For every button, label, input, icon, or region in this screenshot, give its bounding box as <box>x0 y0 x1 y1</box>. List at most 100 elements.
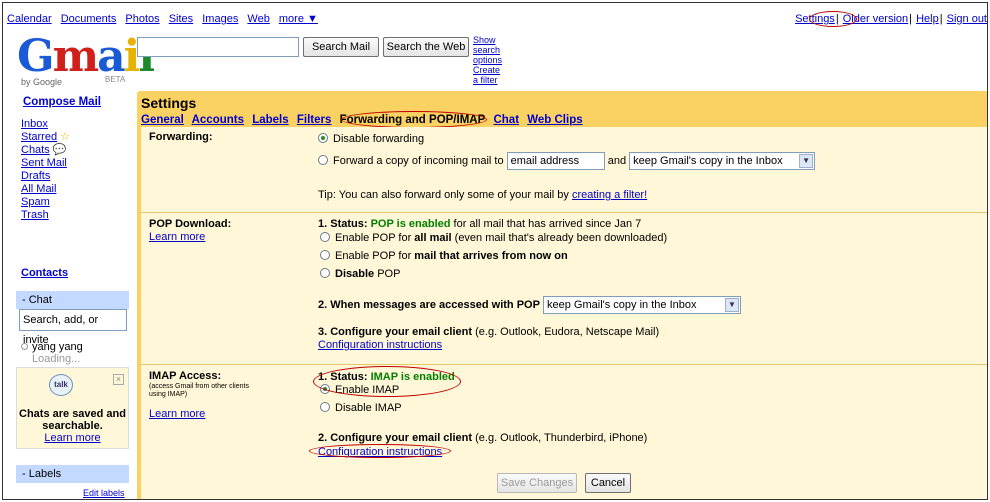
enable-imap-option[interactable]: Enable IMAP <box>320 384 399 396</box>
pop-configure-suffix: (e.g. Outlook, Eudora, Netscape Mail) <box>475 326 660 338</box>
settings-link[interactable]: Settings <box>795 13 835 25</box>
gmail-logo-text: Gmail <box>17 31 155 82</box>
radio-selected-icon[interactable] <box>320 384 330 394</box>
imap-learn-more-link[interactable]: Learn more <box>149 408 205 420</box>
google-talk-icon: talk <box>49 374 73 396</box>
forwarding-section: Forwarding: Disable forwarding Forward a… <box>141 127 987 213</box>
chevron-down-icon: ▼ <box>799 154 814 168</box>
mailbox-list: Inbox Starred ☆ Chats 💬 Sent Mail Drafts… <box>21 118 70 222</box>
gmail-logo: Gmail by Google BETA <box>17 31 155 88</box>
help-link[interactable]: Help <box>916 13 939 25</box>
radio-icon[interactable] <box>320 250 330 260</box>
pop-status-prefix: 1. Status: <box>318 218 368 230</box>
tab-general[interactable]: General <box>141 114 184 126</box>
imap-status-prefix: 1. Status: <box>318 371 368 383</box>
nav-trash[interactable]: Trash <box>21 209 49 221</box>
chat-user[interactable]: yang yang Loading... <box>21 341 83 365</box>
pop-all-mail-option[interactable]: Enable POP for all mail (even mail that'… <box>320 232 667 244</box>
creating-filter-link[interactable]: creating a filter! <box>572 189 647 201</box>
search-web-button[interactable]: Search the Web <box>383 37 469 57</box>
nav-sites-link[interactable]: Sites <box>169 13 193 25</box>
tab-web-clips[interactable]: Web Clips <box>527 114 582 126</box>
imap-config-link-row: Configuration instructions <box>318 446 442 458</box>
chat-panel-header[interactable]: - Chat <box>16 291 129 309</box>
imap-section: IMAP Access: (access Gmail from other cl… <box>141 366 987 465</box>
edit-labels-link[interactable]: Edit labels <box>83 488 125 498</box>
forward-copy-value: keep Gmail's copy in the Inbox <box>633 155 783 167</box>
pop-section: POP Download: Learn more 1. Status: POP … <box>141 214 987 365</box>
talk-message: Chats are saved and searchable. <box>19 408 126 432</box>
pop-from-now-option[interactable]: Enable POP for mail that arrives from no… <box>320 250 568 262</box>
tab-accounts[interactable]: Accounts <box>192 114 244 126</box>
settings-tabs: General Accounts Labels Filters Forwardi… <box>141 114 588 126</box>
create-filter-link[interactable]: Create a filter <box>473 65 502 85</box>
show-search-options-link[interactable]: Show search options <box>473 35 502 65</box>
imap-configure-bold: 2. Configure your email client <box>318 432 473 444</box>
nav-sent-mail[interactable]: Sent Mail <box>21 157 67 169</box>
tab-forwarding-pop-imap[interactable]: Forwarding and POP/IMAP <box>340 114 486 126</box>
by-google-text: by Google <box>21 77 63 87</box>
imap-access-label: IMAP Access: <box>149 370 222 382</box>
nav-calendar-link[interactable]: Calendar <box>7 13 52 25</box>
pop-access-row: 2. When messages are accessed with POP k… <box>318 296 742 314</box>
search-input[interactable] <box>137 37 299 57</box>
chat-user-name: yang yang <box>32 341 83 353</box>
nav-starred[interactable]: Starred <box>21 131 57 143</box>
labels-panel-header[interactable]: - Labels <box>16 465 129 483</box>
pop-disable-option[interactable]: Disable POP <box>320 268 400 280</box>
imap-configuration-instructions-link[interactable]: Configuration instructions <box>318 446 442 458</box>
compose-mail-link[interactable]: Compose Mail <box>23 96 101 108</box>
nav-documents-link[interactable]: Documents <box>61 13 117 25</box>
nav-all-mail[interactable]: All Mail <box>21 183 56 195</box>
nav-drafts[interactable]: Drafts <box>21 170 50 182</box>
pop-learn-more-link[interactable]: Learn more <box>149 231 205 243</box>
close-icon[interactable]: × <box>113 374 124 385</box>
radio-icon[interactable] <box>320 268 330 278</box>
disable-imap-option[interactable]: Disable IMAP <box>320 402 402 414</box>
radio-icon[interactable] <box>318 154 328 165</box>
nav-chats[interactable]: Chats <box>21 144 50 156</box>
nav-inbox[interactable]: Inbox <box>21 118 48 130</box>
pop-access-select[interactable]: keep Gmail's copy in the Inbox ▼ <box>543 296 742 314</box>
save-changes-button[interactable]: Save Changes <box>497 473 577 493</box>
tab-chat[interactable]: Chat <box>493 114 519 126</box>
contacts-link[interactable]: Contacts <box>21 267 68 279</box>
chat-search-input[interactable]: Search, add, or invite <box>19 309 127 346</box>
tab-labels[interactable]: Labels <box>252 114 288 126</box>
cancel-button[interactable]: Cancel <box>585 473 631 493</box>
radio-icon[interactable] <box>320 232 330 242</box>
pop-opt1-prefix: Enable POP for <box>335 232 412 244</box>
imap-status: 1. Status: IMAP is enabled <box>318 371 455 383</box>
pop-access-value: keep Gmail's copy in the Inbox <box>547 299 697 311</box>
tab-filters[interactable]: Filters <box>297 114 332 126</box>
sign-out-link[interactable]: Sign out <box>947 13 987 25</box>
talk-promo: talk × Chats are saved and searchable. L… <box>16 367 129 449</box>
imap-configure-row: 2. Configure your email client (e.g. Out… <box>318 432 647 444</box>
nav-spam[interactable]: Spam <box>21 196 50 208</box>
pop-status-suffix: for all mail that has arrived since Jan … <box>453 218 642 230</box>
tip-text: Tip: You can also forward only some of y… <box>318 189 569 201</box>
talk-learn-more-link[interactable]: Learn more <box>44 432 100 444</box>
disable-imap-label: Disable IMAP <box>335 402 402 414</box>
radio-icon[interactable] <box>320 402 330 412</box>
pop-configure-row: 3. Configure your email client (e.g. Out… <box>318 326 659 338</box>
older-version-link[interactable]: Older version <box>843 13 908 25</box>
disable-forwarding-option[interactable]: Disable forwarding <box>318 133 424 145</box>
nav-images-link[interactable]: Images <box>202 13 238 25</box>
and-text: and <box>607 154 627 167</box>
nav-more-link[interactable]: more ▼ <box>279 13 318 25</box>
radio-selected-icon[interactable] <box>318 133 328 143</box>
pop-config-link-row: Configuration instructions <box>318 339 442 351</box>
chat-bubble-icon: 💬 <box>52 144 67 156</box>
forward-copy-select[interactable]: keep Gmail's copy in the Inbox ▼ <box>629 152 816 170</box>
page-title: Settings <box>141 95 197 111</box>
forward-email-field[interactable]: email address <box>506 152 605 170</box>
pop-status-value: POP is enabled <box>370 218 451 230</box>
pop-configuration-instructions-link[interactable]: Configuration instructions <box>318 339 442 351</box>
nav-web-link[interactable]: Web <box>247 13 269 25</box>
forwarding-tip: Tip: You can also forward only some of y… <box>318 189 647 201</box>
search-mail-button[interactable]: Search Mail <box>303 37 379 57</box>
nav-photos-link[interactable]: Photos <box>125 13 159 25</box>
gmail-window: Calendar Documents Photos Sites Images W… <box>2 2 988 500</box>
pop-status: 1. Status: POP is enabled for all mail t… <box>318 218 641 230</box>
